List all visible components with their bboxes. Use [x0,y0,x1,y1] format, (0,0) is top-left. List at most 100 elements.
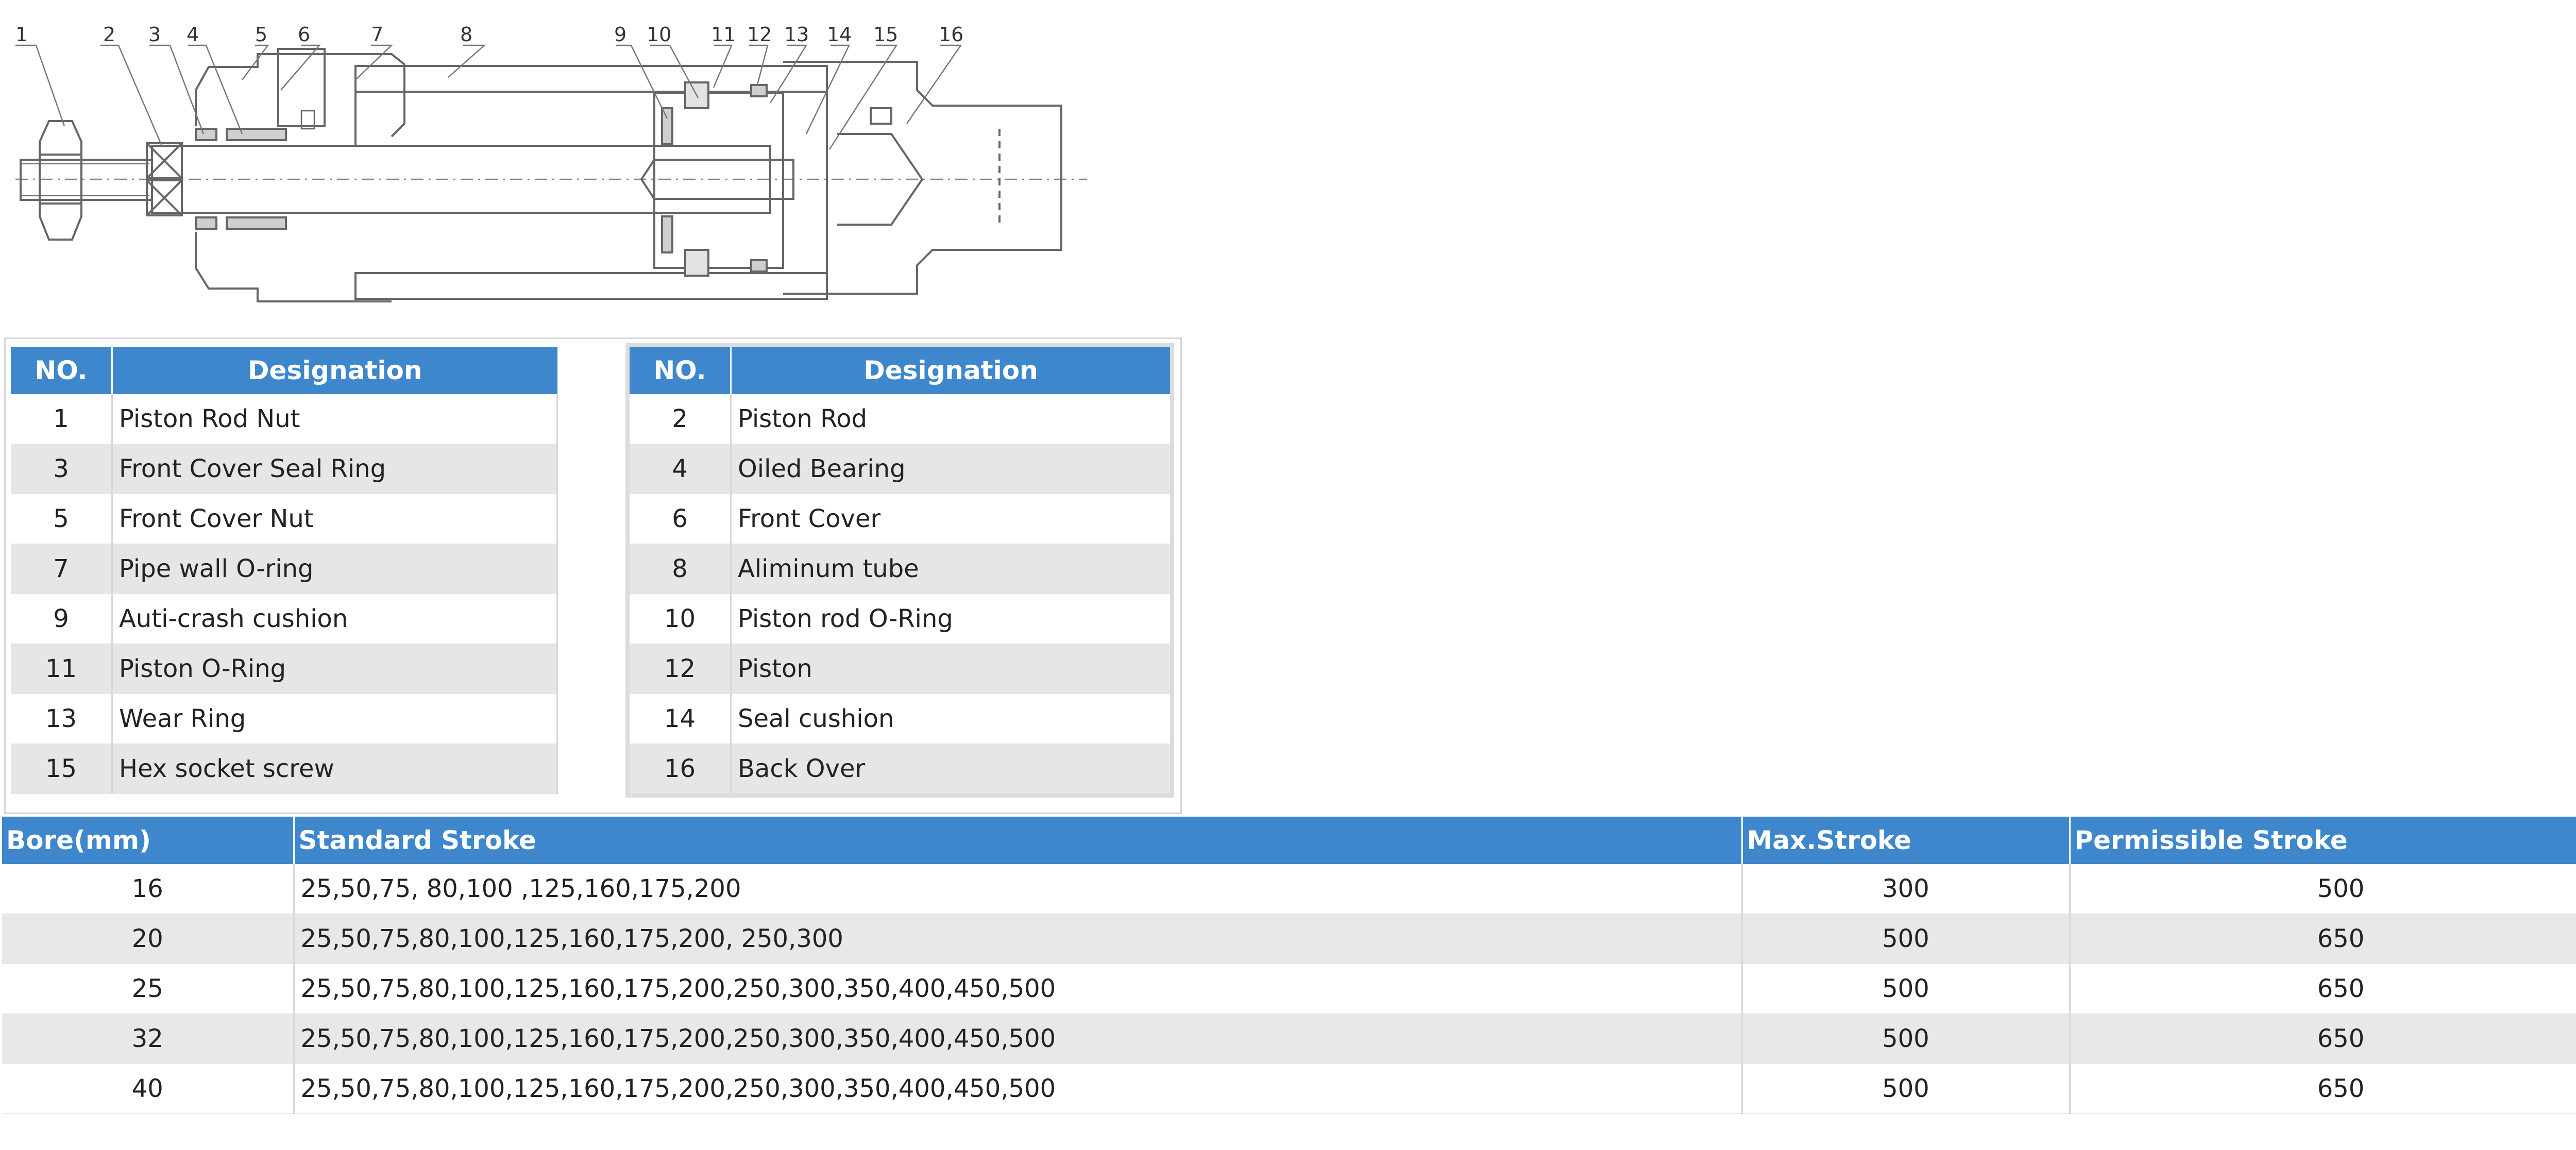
standard-stroke-value: 25,50,75,80,100,125,160,175,200, 250,300 [294,914,1743,964]
table-row: 15 Hex socket screw [11,743,558,794]
table-row: 25 25,50,75,80,100,125,160,175,200,250,3… [2,963,2576,1014]
part-number: 5 [11,494,113,544]
part-name: Pipe wall O-ring [112,544,558,594]
part-name: Wear Ring [112,694,558,744]
callout-7: 7 [371,23,383,46]
bore-value: 20 [2,914,295,964]
table-row: 10 Piston rod O-Ring [628,594,1173,644]
max-stroke-value: 500 [1742,1013,2071,1064]
col-header-designation: Designation [731,345,1172,394]
col-header-permissible-stroke: Permissible Stroke [2070,817,2576,864]
part-name: Front Cover Nut [112,494,558,544]
part-number: 3 [11,444,113,494]
bore-value: 40 [2,1063,295,1114]
part-name: Oiled Bearing [731,444,1173,494]
part-number: 16 [628,743,732,796]
max-stroke-value: 500 [1742,963,2071,1014]
callout-13: 13 [784,23,809,46]
table-row: 14 Seal cushion [628,694,1173,744]
part-number: 4 [628,444,732,494]
part-number: 7 [11,544,113,594]
table-row: 5 Front Cover Nut [11,494,558,544]
col-header-bore: Bore(mm) [2,817,295,864]
callout-3: 3 [148,23,161,46]
part-number: 15 [11,743,113,794]
table-row: 2 Piston Rod [628,394,1173,444]
part-number: 11 [11,644,113,694]
table-row: 20 25,50,75,80,100,125,160,175,200, 250,… [2,914,2576,964]
table-row: 32 25,50,75,80,100,125,160,175,200,250,3… [2,1013,2576,1064]
part-name: Piston O-Ring [112,644,558,694]
table-row: 11 Piston O-Ring [11,644,558,694]
part-number: 8 [628,544,732,594]
part-number: 13 [11,694,113,744]
parts-list-panel: NO. Designation 1 Piston Rod Nut 3 Front C… [4,337,1182,814]
part-name: Front Cover [731,494,1173,544]
col-header-standard-stroke: Standard Stroke [294,817,1743,864]
callout-12: 12 [747,23,772,46]
parts-table-right: NO. Designation 2 Piston Rod 4 Oiled Beari… [625,343,1174,798]
permissible-stroke-value: 650 [2070,1063,2576,1114]
cylinder-cross-section-diagram: 1 2 3 4 5 6 7 8 9 10 11 12 13 14 15 16 [0,0,1108,309]
standard-stroke-value: 25,50,75,80,100,125,160,175,200,250,300,… [294,963,1743,1014]
standard-stroke-value: 25,50,75,80,100,125,160,175,200,250,300,… [294,1013,1743,1064]
diagram-callouts: 1 2 3 4 5 6 7 8 9 10 11 12 13 14 15 16 [15,23,963,46]
part-name: Piston Rod [731,394,1173,444]
table-row: 13 Wear Ring [11,694,558,744]
callout-9: 9 [614,23,626,46]
callout-11: 11 [711,23,736,46]
callout-16: 16 [939,23,963,46]
table-row: 1 Piston Rod Nut [11,394,558,444]
stroke-spec-table: Bore(mm) Standard Stroke Max.Stroke Perm… [2,817,2576,1114]
bore-value: 32 [2,1013,295,1064]
table-row: 16 Back Over [628,743,1173,796]
table-row: 8 Aliminum tube [628,544,1173,594]
part-name: Aliminum tube [731,544,1173,594]
table-row: 12 Piston [628,644,1173,694]
max-stroke-value: 500 [1742,1063,2071,1114]
callout-15: 15 [873,23,898,46]
permissible-stroke-value: 650 [2070,914,2576,964]
table-row: 3 Front Cover Seal Ring [11,444,558,494]
part-number: 6 [628,494,732,544]
part-number: 10 [628,594,732,644]
permissible-stroke-value: 650 [2070,963,2576,1014]
callout-10: 10 [647,23,671,46]
standard-stroke-value: 25,50,75,80,100,125,160,175,200,250,300,… [294,1063,1743,1114]
col-header-no: NO. [628,345,732,394]
part-name: Piston [731,644,1173,694]
col-header-no: NO. [11,347,113,394]
part-number: 12 [628,644,732,694]
part-name: Seal cushion [731,694,1173,744]
part-name: Front Cover Seal Ring [112,444,558,494]
callout-4: 4 [187,23,199,46]
standard-stroke-value: 25,50,75, 80,100 ,125,160,175,200 [294,864,1743,914]
bore-value: 25 [2,963,295,1014]
table-row: 4 Oiled Bearing [628,444,1173,494]
callout-1: 1 [15,23,28,46]
callout-2: 2 [103,23,115,46]
part-name: Piston Rod Nut [112,394,558,444]
parts-table-left: NO. Designation 1 Piston Rod Nut 3 Front C… [11,347,558,794]
callout-5: 5 [255,23,267,46]
part-number: 14 [628,694,732,744]
callout-6: 6 [298,23,310,46]
table-row: 40 25,50,75,80,100,125,160,175,200,250,3… [2,1063,2576,1114]
col-header-max-stroke: Max.Stroke [1742,817,2071,864]
col-header-designation: Designation [112,347,557,394]
permissible-stroke-value: 500 [2070,864,2576,914]
part-number: 2 [628,394,732,444]
callout-14: 14 [827,23,852,46]
bore-value: 16 [2,864,295,914]
max-stroke-value: 500 [1742,914,2071,964]
table-row: 6 Front Cover [628,494,1173,544]
part-name: Back Over [731,743,1173,796]
permissible-stroke-value: 650 [2070,1013,2576,1064]
callout-8: 8 [460,23,472,46]
part-number: 1 [11,394,113,444]
part-number: 9 [11,594,113,644]
table-row: 9 Auti-crash cushion [11,594,558,644]
table-row: 16 25,50,75, 80,100 ,125,160,175,200 300… [2,864,2576,914]
table-row: 7 Pipe wall O-ring [11,544,558,594]
part-name: Piston rod O-Ring [731,594,1173,644]
